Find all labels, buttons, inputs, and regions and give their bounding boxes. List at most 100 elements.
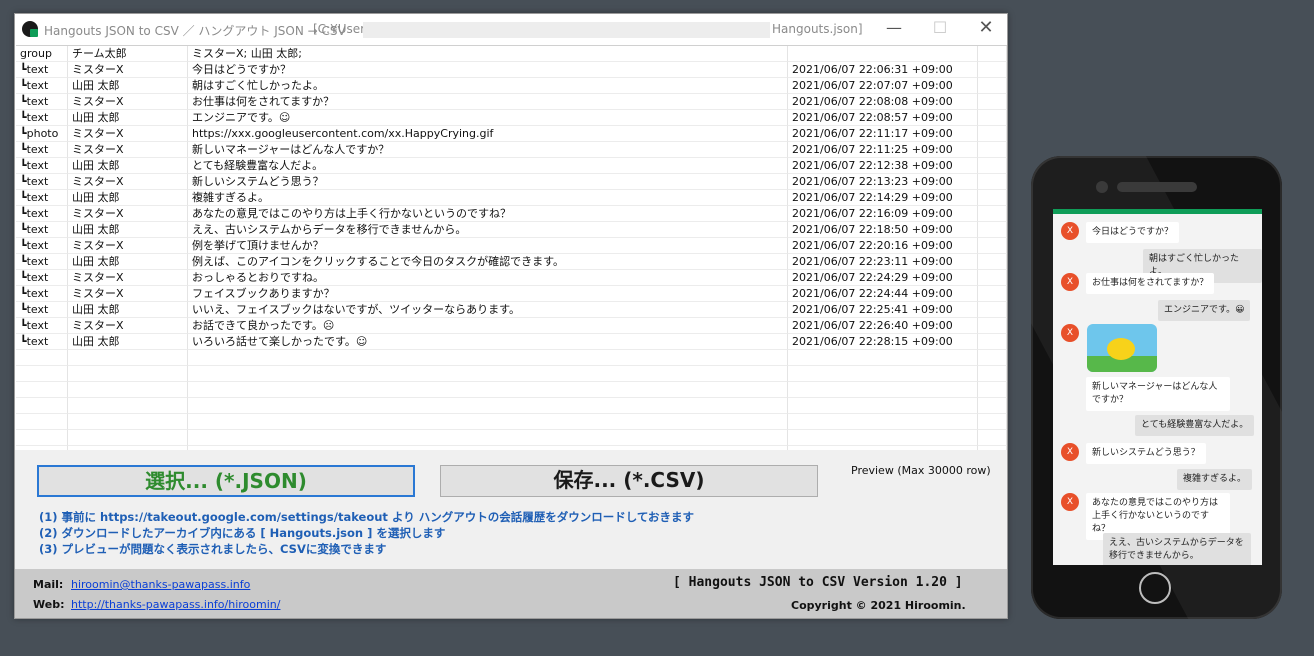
message-cell bbox=[188, 382, 788, 398]
message-cell: 朝はすごく忙しかったよ。 bbox=[188, 78, 788, 94]
chat-bubble: エンジニアです。😀 bbox=[1158, 300, 1251, 321]
close-button[interactable]: ✕ bbox=[963, 14, 1009, 44]
message-cell bbox=[188, 414, 788, 430]
instruction-step: (2) ダウンロードしたアーカイブ内にある [ Hangouts.json ] … bbox=[39, 526, 446, 540]
type-cell: ┗text bbox=[16, 270, 68, 286]
table-row[interactable]: ┗text 山田 太郎 とても経験豊富な人だよ。 2021/06/07 22:12:3… bbox=[16, 158, 1007, 174]
user-cell: 山田 太郎 bbox=[68, 78, 188, 94]
user-cell: ミスターX bbox=[68, 238, 188, 254]
empty-cell bbox=[978, 62, 1007, 78]
table-row[interactable] bbox=[16, 414, 1007, 430]
type-cell: group bbox=[16, 46, 68, 62]
user-cell bbox=[68, 350, 188, 366]
empty-cell bbox=[978, 158, 1007, 174]
chat-bubble: 複雑すぎるよ。 bbox=[1177, 469, 1253, 490]
empty-cell bbox=[978, 398, 1007, 414]
save-csv-button[interactable]: 保存... (*.CSV) bbox=[440, 465, 818, 497]
home-button[interactable] bbox=[1139, 572, 1171, 604]
type-cell: ┗text bbox=[16, 62, 68, 78]
user-cell bbox=[68, 414, 188, 430]
empty-cell bbox=[978, 110, 1007, 126]
chat-bubble: ええ、古いシステムからデータを移行できませんから。 bbox=[1103, 533, 1251, 565]
table-row[interactable]: ┗text ミスターX お仕事は何をされてますか？ 2021/06/07 22:08:… bbox=[16, 94, 1007, 110]
table-row[interactable] bbox=[16, 382, 1007, 398]
table-row[interactable] bbox=[16, 366, 1007, 382]
type-cell bbox=[16, 398, 68, 414]
table-row[interactable]: group チーム太郎 ミスターX; 山田 太郎; bbox=[16, 46, 1007, 62]
message-cell: お仕事は何をされてますか？ bbox=[188, 94, 788, 110]
timestamp-cell bbox=[788, 414, 978, 430]
type-cell: ┗text bbox=[16, 318, 68, 334]
message-cell bbox=[188, 398, 788, 414]
message-cell: あなたの意見ではこのやり方は上手く行かないというのですね？ bbox=[188, 206, 788, 222]
timestamp-cell: 2021/06/07 22:11:17 +09:00 bbox=[788, 126, 978, 142]
message-cell: ミスターX; 山田 太郎; bbox=[188, 46, 788, 62]
chat-bubble: 新しいマネージャーはどんな人ですか？ bbox=[1086, 377, 1230, 411]
empty-cell bbox=[978, 78, 1007, 94]
timestamp-cell: 2021/06/07 22:24:44 +09:00 bbox=[788, 286, 978, 302]
type-cell: ┗text bbox=[16, 142, 68, 158]
table-row[interactable]: ┗text ミスターX 今日はどうですか？ 2021/06/07 22:06:31 +… bbox=[16, 62, 1007, 78]
type-cell: ┗text bbox=[16, 222, 68, 238]
empty-cell bbox=[978, 430, 1007, 446]
empty-cell bbox=[978, 174, 1007, 190]
footer: Mail: hiroomin@thanks-pawapass.info Web:… bbox=[15, 569, 1007, 618]
type-cell: ┗text bbox=[16, 254, 68, 270]
message-cell: いいえ、フェイスブックはないですが、ツイッターならあります。 bbox=[188, 302, 788, 318]
app-icon bbox=[22, 21, 38, 37]
type-cell: ┗text bbox=[16, 158, 68, 174]
table-row[interactable]: ┗photo ミスターX https://xxx.googleusercontent… bbox=[16, 126, 1007, 142]
table-row[interactable]: ┗text ミスターX あなたの意見ではこのやり方は上手く行かないというのですね？ 2… bbox=[16, 206, 1007, 222]
timestamp-cell bbox=[788, 398, 978, 414]
table-row[interactable]: ┗text 山田 太郎 いいえ、フェイスブックはないですが、ツイッターならあります。… bbox=[16, 302, 1007, 318]
redacted-path bbox=[363, 22, 770, 38]
table-row[interactable] bbox=[16, 350, 1007, 366]
timestamp-cell bbox=[788, 366, 978, 382]
table-row[interactable]: ┗text 山田 太郎 朝はすごく忙しかったよ。 2021/06/07 22:07:0… bbox=[16, 78, 1007, 94]
preview-grid[interactable]: group チーム太郎 ミスターX; 山田 太郎; ┗text ミスターX 今日はどうです… bbox=[16, 45, 1007, 451]
table-row[interactable]: ┗text ミスターX おっしゃるとおりですね。 2021/06/07 22:24:2… bbox=[16, 270, 1007, 286]
table-row[interactable]: ┗text 山田 太郎 いろいろ話せて楽しかったです。☺ 2021/06/07 22:… bbox=[16, 334, 1007, 350]
table-row[interactable] bbox=[16, 398, 1007, 414]
type-cell bbox=[16, 430, 68, 446]
minimize-button[interactable]: — bbox=[871, 14, 917, 44]
empty-cell bbox=[978, 302, 1007, 318]
preview-label: Preview (Max 30000 row) bbox=[851, 464, 991, 477]
user-cell: ミスターX bbox=[68, 94, 188, 110]
mail-link[interactable]: hiroomin@thanks-pawapass.info bbox=[71, 578, 250, 591]
table-row[interactable]: ┗text ミスターX 新しいマネージャーはどんな人ですか？ 2021/06/07 2… bbox=[16, 142, 1007, 158]
table-row[interactable]: ┗text 山田 太郎 複雑すぎるよ。 2021/06/07 22:14:29 +09… bbox=[16, 190, 1007, 206]
table-row[interactable]: ┗text 山田 太郎 例えば、このアイコンをクリックすることで今日のタスクが確認で… bbox=[16, 254, 1007, 270]
timestamp-cell: 2021/06/07 22:25:41 +09:00 bbox=[788, 302, 978, 318]
table-row[interactable]: ┗text ミスターX 例を挙げて頂けませんか？ 2021/06/07 22:20:1… bbox=[16, 238, 1007, 254]
user-cell: 山田 太郎 bbox=[68, 334, 188, 350]
open-json-button[interactable]: 選択... (*.JSON) bbox=[37, 465, 415, 497]
table-row[interactable]: ┗text ミスターX フェイスブックありますか？ 2021/06/07 22:24:… bbox=[16, 286, 1007, 302]
web-label: Web: bbox=[33, 598, 65, 611]
web-link[interactable]: http://thanks-pawapass.info/hiroomin/ bbox=[71, 598, 280, 611]
timestamp-cell bbox=[788, 430, 978, 446]
user-cell: チーム太郎 bbox=[68, 46, 188, 62]
empty-cell bbox=[978, 270, 1007, 286]
empty-cell bbox=[978, 382, 1007, 398]
message-cell: お話できて良かったです。☹ bbox=[188, 318, 788, 334]
happy-crying-sticker bbox=[1087, 324, 1157, 372]
table-row[interactable]: ┗text 山田 太郎 エンジニアです。☺ 2021/06/07 22:08:57 +… bbox=[16, 110, 1007, 126]
message-cell: 複雑すぎるよ。 bbox=[188, 190, 788, 206]
maximize-button[interactable]: ☐ bbox=[917, 14, 963, 44]
instruction-step: (1) 事前に https://takeout.google.com/setti… bbox=[39, 510, 695, 524]
window-title-path-suffix: Hangouts.json] bbox=[772, 22, 863, 36]
table-row[interactable] bbox=[16, 430, 1007, 446]
user-cell: 山田 太郎 bbox=[68, 222, 188, 238]
user-cell: ミスターX bbox=[68, 126, 188, 142]
phone-screen: X 今日はどうですか？ 朝はすごく忙しかったよ。 X お仕事は何をされてますか？… bbox=[1053, 209, 1262, 565]
message-cell: https://xxx.googleusercontent.com/xx.Hap… bbox=[188, 126, 788, 142]
timestamp-cell: 2021/06/07 22:16:09 +09:00 bbox=[788, 206, 978, 222]
user-cell: ミスターX bbox=[68, 318, 188, 334]
table-row[interactable]: ┗text ミスターX お話できて良かったです。☹ 2021/06/07 22:26:… bbox=[16, 318, 1007, 334]
table-row[interactable]: ┗text 山田 太郎 ええ、古いシステムからデータを移行できませんから。 2021/… bbox=[16, 222, 1007, 238]
type-cell: ┗text bbox=[16, 190, 68, 206]
table-row[interactable]: ┗text ミスターX 新しいシステムどう思う？ 2021/06/07 22:13:2… bbox=[16, 174, 1007, 190]
timestamp-cell: 2021/06/07 22:14:29 +09:00 bbox=[788, 190, 978, 206]
user-cell bbox=[68, 430, 188, 446]
